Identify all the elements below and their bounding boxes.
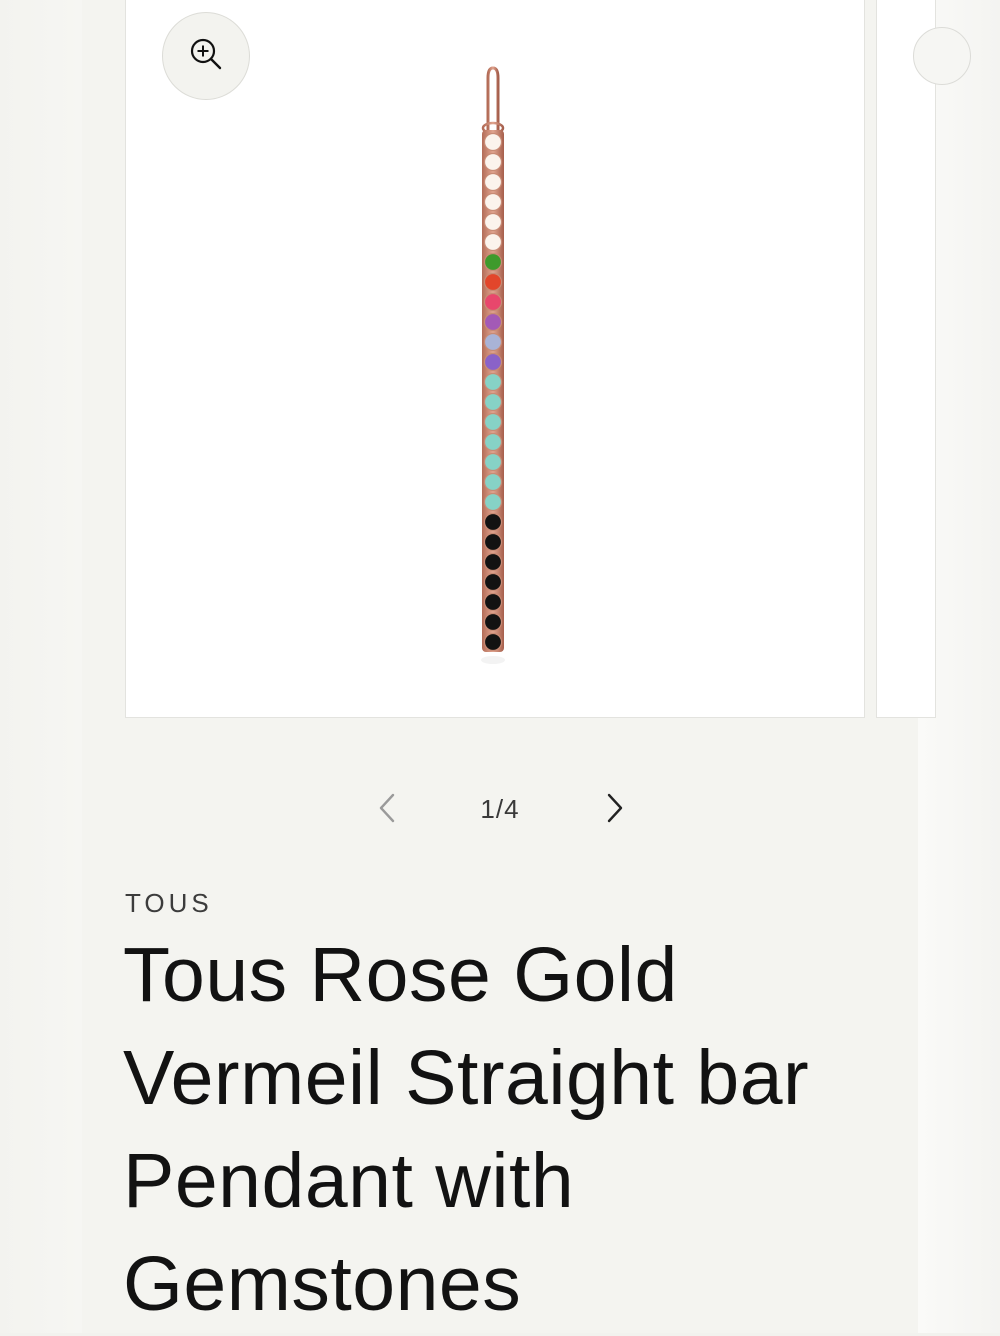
gemstone	[483, 152, 503, 172]
gemstone	[483, 592, 503, 612]
gemstone	[483, 492, 503, 512]
zoom-in-icon	[188, 36, 224, 77]
gemstone	[483, 232, 503, 252]
gemstone	[483, 312, 503, 332]
gemstone	[483, 192, 503, 212]
product-title: Tous Rose Gold Vermeil Straight bar Pend…	[123, 932, 810, 1327]
gemstone	[483, 392, 503, 412]
product-vendor: TOUS	[125, 888, 213, 918]
gemstone	[483, 612, 503, 632]
gemstone	[483, 472, 503, 492]
gemstone	[483, 432, 503, 452]
image-counter: 1/4	[480, 794, 520, 824]
gemstone	[483, 252, 503, 272]
gemstone	[483, 632, 503, 652]
gemstone	[483, 532, 503, 552]
gemstone	[483, 512, 503, 532]
gemstone	[483, 572, 503, 592]
gemstone	[483, 552, 503, 572]
previous-image-button[interactable]	[370, 792, 406, 828]
gemstone	[483, 272, 503, 292]
gemstone	[483, 292, 503, 312]
chevron-left-icon	[377, 791, 399, 830]
pendant-image	[465, 60, 525, 700]
gemstone	[483, 132, 503, 152]
zoom-button[interactable]	[162, 12, 250, 100]
gemstone	[483, 212, 503, 232]
gallery-pagination: 1/4	[360, 780, 640, 840]
left-backdrop	[0, 0, 82, 1333]
chevron-right-icon	[603, 791, 625, 830]
gemstone	[483, 172, 503, 192]
gemstone	[483, 332, 503, 352]
gemstone	[483, 372, 503, 392]
next-slide-zoom-icon	[913, 27, 971, 85]
gemstone	[483, 352, 503, 372]
gemstone	[483, 452, 503, 472]
next-image-button[interactable]	[596, 792, 632, 828]
gemstone	[483, 412, 503, 432]
next-image-slide-peek[interactable]	[876, 0, 971, 718]
